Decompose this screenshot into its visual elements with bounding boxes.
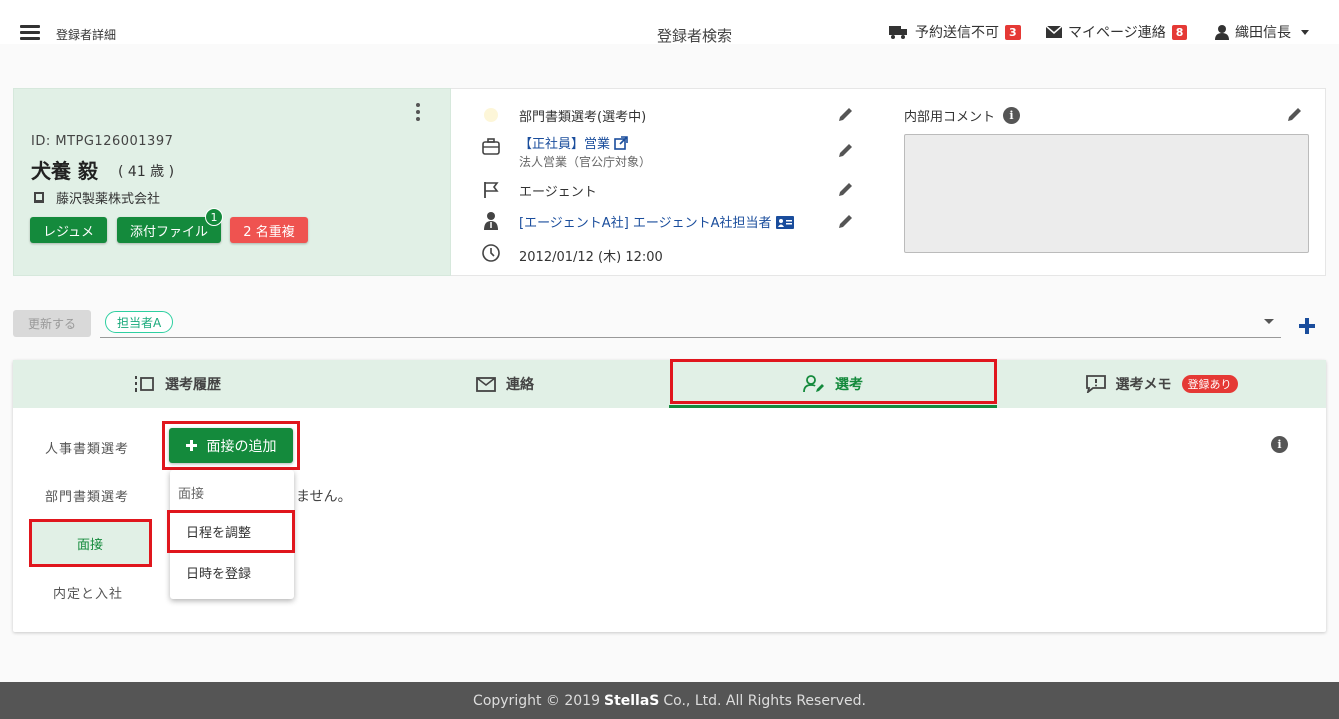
active-tab-indicator <box>669 405 997 408</box>
duplicates-button[interactable]: 2 名重複 <box>230 217 308 243</box>
truck-icon <box>889 26 907 39</box>
empty-message: ません。 <box>296 489 352 505</box>
person-edit-icon <box>803 375 824 393</box>
edit-channel-pencil-icon[interactable] <box>837 180 855 198</box>
internal-comment-card: 内部用コメント i <box>876 88 1326 276</box>
company-info: 藤沢製薬株式会社 <box>34 188 160 207</box>
selection-info-icon[interactable]: i <box>1271 436 1288 453</box>
job-link[interactable]: 【正社員】営業 <box>519 133 628 152</box>
user-icon <box>1215 24 1229 40</box>
building-icon <box>34 192 44 203</box>
reservation-count-badge: 3 <box>1005 24 1021 40</box>
edit-job-pencil-icon[interactable] <box>837 141 855 159</box>
mypage-count-badge: 8 <box>1171 24 1188 40</box>
tab-contact[interactable]: 連絡 <box>341 360 669 408</box>
internal-comment-textarea[interactable] <box>904 134 1309 253</box>
status-dot-icon <box>484 108 498 122</box>
user-name: 織田信長 <box>1235 25 1291 41</box>
hamburger-menu-icon[interactable] <box>20 25 40 41</box>
breadcrumb: 登録者詳細 <box>56 28 117 42</box>
envelope-outline-icon <box>476 376 496 392</box>
tab-selection[interactable]: 選考 <box>669 360 997 408</box>
comment-label: 内部用コメント <box>904 110 996 125</box>
interview-dropdown-menu: 面接 日程を調整 日時を登録 <box>170 470 294 599</box>
tab-history-label: 選考履歴 <box>165 377 221 393</box>
clock-icon <box>482 244 500 262</box>
registration-datetime: 2012/01/12 (木) 12:00 <box>519 250 663 265</box>
stage-interview[interactable]: 面接 <box>30 520 150 566</box>
add-interview-button[interactable]: 面接の追加 <box>169 428 293 463</box>
add-assignee-plus-icon[interactable] <box>1297 316 1317 336</box>
stage-offer[interactable]: 内定と入社 <box>53 583 123 602</box>
assignee-chip[interactable]: 担当者A <box>105 311 174 333</box>
selection-status: 部門書類選考(選考中) <box>519 110 647 125</box>
briefcase-icon <box>482 138 500 155</box>
mypage-label: マイページ連絡 <box>1068 25 1166 41</box>
footer-brand: StellaS <box>603 692 660 709</box>
user-menu[interactable]: 織田信長 <box>1215 22 1309 42</box>
comment-alert-icon <box>1085 375 1106 393</box>
agent-person-icon <box>484 212 498 230</box>
update-button[interactable]: 更新する <box>13 310 91 337</box>
more-options-icon[interactable] <box>416 103 420 124</box>
edit-comment-pencil-icon[interactable] <box>1286 105 1304 123</box>
search-link[interactable]: 登録者検索 <box>657 25 732 46</box>
info-icon[interactable]: i <box>1003 107 1021 124</box>
memo-registered-badge: 登録あり <box>1181 375 1238 393</box>
tab-selection-history[interactable]: 選考履歴 <box>13 360 341 408</box>
stage-hr-docs[interactable]: 人事書類選考 <box>45 438 129 457</box>
footer: Copyright © 2019 StellaS Co., Ltd. All R… <box>0 682 1339 719</box>
tab-memo-label: 選考メモ <box>1115 377 1172 393</box>
id-card-icon <box>775 216 794 229</box>
footer-prefix: Copyright © 2019 <box>473 692 600 709</box>
job-subtitle: 法人営業（官公庁対象） <box>519 155 652 169</box>
tab-contact-label: 連絡 <box>506 377 534 393</box>
tab-selection-label: 選考 <box>835 377 863 393</box>
agent-link[interactable]: [エージェントA社] エージェントA社担当者 <box>519 212 794 231</box>
company-name: 藤沢製薬株式会社 <box>56 192 161 207</box>
top-header: 登録者詳細 登録者検索 予約送信不可 3 マイページ連絡 8 織田信長 <box>0 0 1339 46</box>
resume-button[interactable]: レジュメ <box>30 217 107 243</box>
edit-agent-pencil-icon[interactable] <box>837 212 855 230</box>
history-list-icon <box>135 376 154 392</box>
attachments-count-badge: 1 <box>205 208 223 226</box>
assignee-select-underline <box>100 337 1281 338</box>
menu-item-adjust-schedule[interactable]: 日程を調整 <box>170 513 294 549</box>
profile-details: 部門書類選考(選考中) 【正社員】営業 法人営業（官公庁対象） エージェント [… <box>451 88 876 276</box>
comment-header: 内部用コメント i <box>904 106 1021 125</box>
stage-dept-docs[interactable]: 部門書類選考 <box>45 486 129 505</box>
tab-bar: 選考履歴 連絡 選考 選考メモ 登録あり <box>13 360 1326 408</box>
flag-icon <box>484 182 499 198</box>
assignee-dropdown-icon[interactable] <box>1264 319 1274 324</box>
menu-header: 面接 <box>178 487 205 502</box>
footer-suffix: Co., Ltd. All Rights Reserved. <box>663 692 866 709</box>
job-title: 【正社員】営業 <box>519 137 611 152</box>
reservation-label: 予約送信不可 <box>915 25 999 41</box>
menu-item-register-datetime[interactable]: 日時を登録 <box>170 554 294 590</box>
registrant-name: 犬養 毅 <box>31 159 98 183</box>
mypage-contact-link[interactable]: マイページ連絡 8 <box>1046 22 1188 42</box>
edit-status-pencil-icon[interactable] <box>837 105 855 123</box>
tab-selection-memo[interactable]: 選考メモ 登録あり <box>997 360 1326 408</box>
registrant-age: ( 41 歳 ) <box>118 164 175 180</box>
profile-summary-card: ID: MTPG126001397 犬養 毅 ( 41 歳 ) 藤沢製薬株式会社… <box>13 88 451 276</box>
plus-icon <box>185 440 197 451</box>
chevron-down-icon <box>1301 29 1309 35</box>
envelope-icon <box>1046 26 1062 38</box>
external-link-icon <box>614 136 628 150</box>
agent-name: [エージェントA社] エージェントA社担当者 <box>519 216 772 231</box>
reservation-unavailable-link[interactable]: 予約送信不可 3 <box>889 22 1021 42</box>
application-channel: エージェント <box>519 185 597 200</box>
add-interview-label: 面接の追加 <box>206 438 277 455</box>
registrant-id: ID: MTPG126001397 <box>31 134 174 149</box>
